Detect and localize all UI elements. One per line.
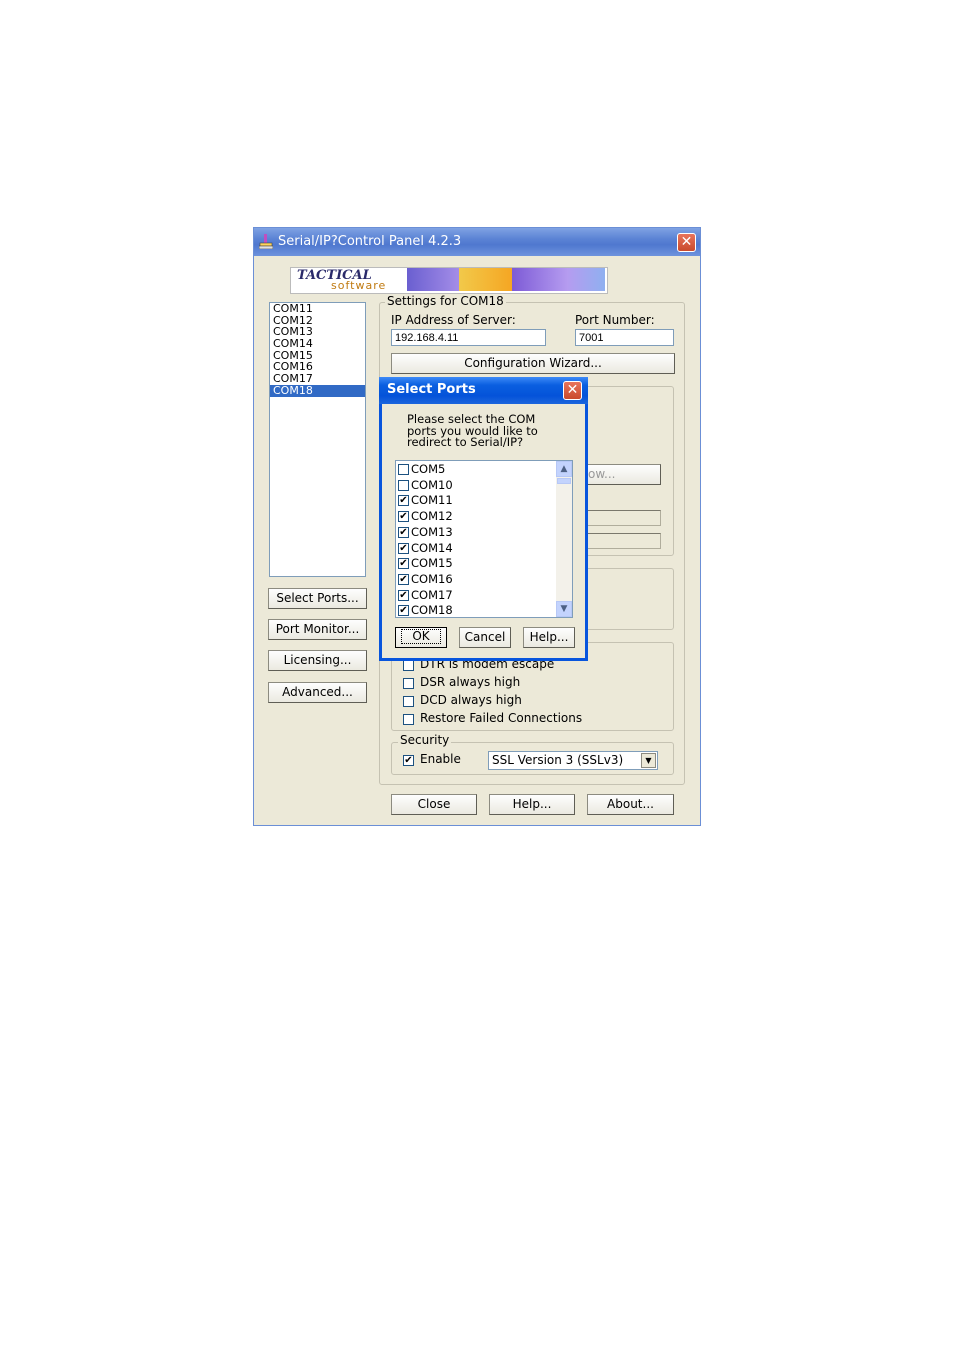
enable-security-label: Enable <box>420 752 461 766</box>
check-icon: ✔ <box>399 589 408 601</box>
scroll-down-icon: ▼ <box>560 604 568 614</box>
scroll-thumb[interactable] <box>557 478 571 484</box>
ports-checklist[interactable]: COM5 COM10 ✔ COM11 ✔ COM12 ✔ COM13 ✔ COM14 ✔ COM15 ✔… <box>395 460 573 618</box>
port-checkbox[interactable] <box>398 464 409 475</box>
dropdown-arrow-icon[interactable]: ▼ <box>641 753 656 768</box>
configuration-wizard-button[interactable]: Configuration Wizard... <box>391 353 675 374</box>
banner-stripe-violet <box>512 268 605 291</box>
port-label: COM12 <box>411 509 453 524</box>
port-number-label: Port Number: <box>575 313 655 327</box>
licensing-button[interactable]: Licensing... <box>268 650 367 671</box>
close-icon: ✕ <box>566 382 579 398</box>
select-ports-button[interactable]: Select Ports... <box>268 588 367 609</box>
enable-security-checkbox[interactable]: ✔ <box>403 755 414 766</box>
check-icon: ✔ <box>399 573 408 585</box>
com-list-item[interactable]: COM18 <box>270 384 365 397</box>
option-checkbox[interactable] <box>403 678 414 689</box>
advanced-button[interactable]: Advanced... <box>268 682 367 703</box>
ok-button[interactable]: OK <box>395 627 447 648</box>
ok-button-label: OK <box>401 629 441 644</box>
check-icon: ✔ <box>399 605 408 617</box>
ports-list-items: COM5 COM10 ✔ COM11 ✔ COM12 ✔ COM13 ✔ COM14 ✔ COM15 ✔… <box>396 461 556 617</box>
ssl-version-value: SSL Version 3 (SSLv3) <box>492 753 624 767</box>
port-checkbox[interactable]: ✔ <box>398 589 409 601</box>
scroll-up-button[interactable]: ▲ <box>556 461 572 477</box>
ssl-version-select[interactable]: SSL Version 3 (SSLv3) ▼ <box>488 751 658 770</box>
ip-address-label: IP Address of Server: <box>391 313 516 327</box>
select-ports-dialog: Select Ports ✕ Please select the COM por… <box>379 377 588 661</box>
dialog-help-button[interactable]: Help... <box>523 627 575 648</box>
port-label: COM11 <box>411 493 453 508</box>
port-label: COM15 <box>411 556 453 571</box>
about-button[interactable]: About... <box>587 794 674 815</box>
port-label: COM5 <box>411 462 446 476</box>
com-list-items: COM11 COM12 COM13 COM14 COM15 COM16 COM17 COM18 <box>270 303 365 397</box>
close-icon: ✕ <box>680 234 693 250</box>
cancel-button[interactable]: Cancel <box>459 627 511 648</box>
option-checkbox[interactable] <box>403 714 414 725</box>
window-close-button[interactable]: ✕ <box>677 233 696 252</box>
check-icon: ✔ <box>399 526 408 538</box>
port-checkbox[interactable]: ✔ <box>398 511 409 523</box>
dialog-prompt-line-3: redirect to Serial/IP? <box>407 435 524 449</box>
ip-address-field[interactable] <box>391 329 546 346</box>
port-label: COM16 <box>411 571 453 586</box>
option-checkbox[interactable] <box>403 660 414 671</box>
port-label: COM13 <box>411 524 453 539</box>
check-icon: ✔ <box>399 511 408 523</box>
port-checkbox[interactable]: ✔ <box>398 495 409 507</box>
port-checkbox[interactable]: ✔ <box>398 526 409 538</box>
scroll-down-button[interactable]: ▼ <box>556 601 572 617</box>
com-list-item[interactable]: COM11 <box>270 303 365 315</box>
port-checkbox[interactable] <box>398 479 409 491</box>
com-list-item[interactable]: COM14 <box>270 338 365 350</box>
port-label: COM14 <box>411 540 453 555</box>
port-checkbox[interactable]: ✔ <box>398 573 409 585</box>
tactical-software-banner: TACTICAL software <box>290 267 608 294</box>
close-button[interactable]: Close <box>391 794 477 815</box>
port-checkbox[interactable]: ✔ <box>398 605 409 617</box>
option-label: Restore Failed Connections <box>420 711 583 725</box>
port-number-field[interactable] <box>575 329 674 346</box>
window-title: Serial/IP?Control Panel 4.2.3 <box>278 234 462 249</box>
dialog-close-button[interactable]: ✕ <box>563 381 582 400</box>
check-icon: ✔ <box>399 495 408 507</box>
option-label: DSR always high <box>420 675 521 689</box>
banner-brand-bottom: software <box>331 279 387 292</box>
com-port-list[interactable]: COM11 COM12 COM13 COM14 COM15 COM16 COM17 COM18 <box>269 302 366 577</box>
banner-stripe-purple <box>407 268 459 291</box>
scroll-up-icon: ▲ <box>560 464 568 474</box>
port-label: COM18 <box>411 603 453 618</box>
port-label: COM10 <box>411 477 453 492</box>
port-checkbox[interactable]: ✔ <box>398 558 409 570</box>
option-checkbox[interactable] <box>403 696 414 707</box>
check-icon: ✔ <box>404 755 413 766</box>
window-titlebar[interactable]: Serial/IP?Control Panel 4.2.3 ✕ <box>254 228 700 256</box>
security-group-label: Security <box>398 733 452 747</box>
settings-group-label: Settings for COM18 <box>385 294 506 308</box>
port-monitor-button[interactable]: Port Monitor... <box>268 619 367 640</box>
check-icon: ✔ <box>399 542 408 554</box>
port-label: COM17 <box>411 587 453 602</box>
port-checkbox[interactable]: ✔ <box>398 542 409 554</box>
app-icon <box>259 234 273 249</box>
ports-scrollbar[interactable]: ▲ ▼ <box>556 461 572 617</box>
banner-stripe-orange <box>459 268 512 291</box>
check-icon: ✔ <box>399 558 408 570</box>
help-button[interactable]: Help... <box>489 794 575 815</box>
dialog-titlebar[interactable]: Select Ports ✕ <box>379 377 588 404</box>
option-label: DCD always high <box>420 693 522 707</box>
dialog-prompt: Please select the COM ports you would li… <box>407 413 538 449</box>
dialog-title: Select Ports <box>387 382 476 397</box>
